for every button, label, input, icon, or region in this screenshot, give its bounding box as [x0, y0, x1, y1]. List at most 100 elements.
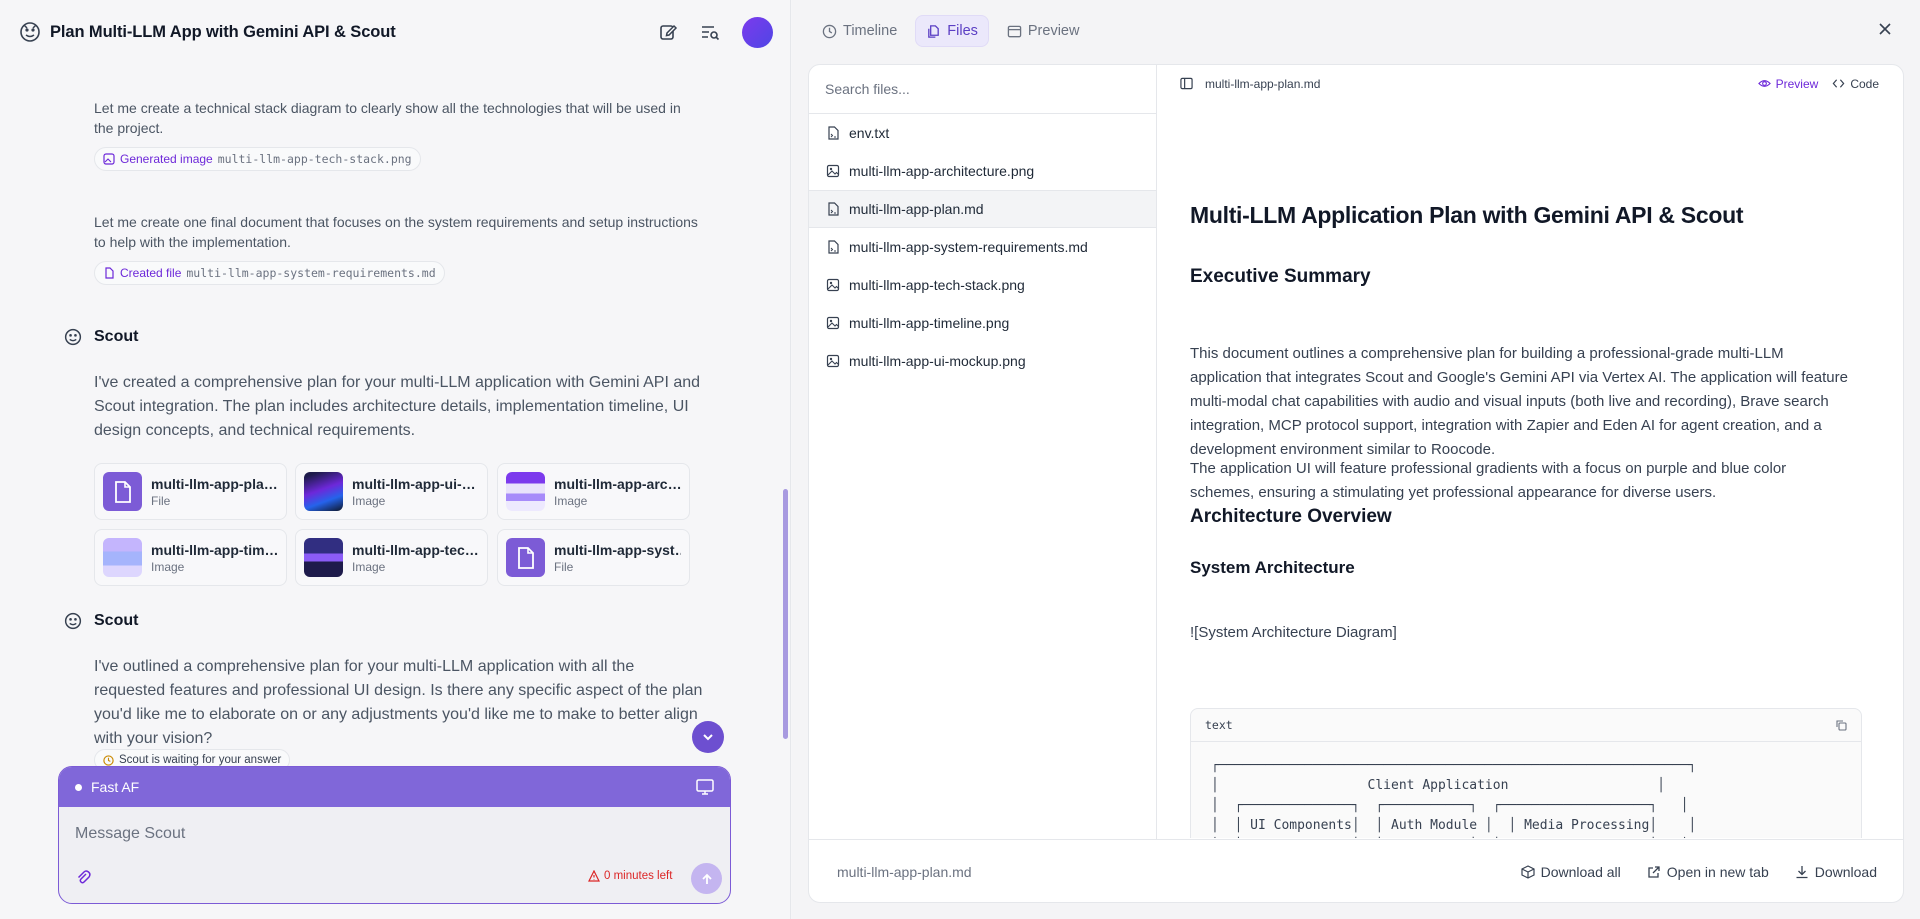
file-item[interactable]: env.txt [809, 114, 1156, 152]
clock-icon [103, 754, 114, 766]
list-search-icon[interactable] [700, 22, 720, 42]
monitor-icon[interactable] [696, 779, 714, 795]
mode-dot [75, 783, 82, 791]
attachment-type: Image [151, 559, 185, 574]
attachment-type: File [151, 493, 171, 508]
attachment-type: Image [554, 493, 588, 508]
image-icon [826, 278, 840, 292]
assistant-message: I've created a comprehensive plan for yo… [94, 374, 701, 439]
file-name: multi-llm-app-architecture.png [849, 163, 1035, 179]
chat-title: Plan Multi-LLM App with Gemini API & Sco… [50, 22, 396, 41]
speaker-row: Scout [64, 612, 138, 630]
tab-label: Timeline [843, 23, 898, 39]
clock-icon [822, 24, 837, 39]
image-icon [826, 354, 840, 368]
attachment-name: multi-llm-app-tech-stack.png [352, 541, 479, 558]
time-left-text: 0 minutes left [604, 870, 673, 882]
edit-icon[interactable] [658, 22, 678, 42]
file-item[interactable]: multi-llm-app-architecture.png [809, 152, 1156, 190]
file-search-input[interactable]: Search files... [809, 65, 1156, 114]
attachment-type: Image [352, 559, 386, 574]
file-icon [103, 267, 115, 279]
files-panel: Search files... env.txt multi-llm-app-arc… [808, 64, 1904, 903]
code-block: text ┌──────────────────────────────────… [1190, 708, 1862, 838]
image-thumbnail [304, 472, 343, 511]
file-item[interactable]: multi-llm-app-system-requirements.md [809, 228, 1156, 266]
speaker-row: Scout [64, 328, 138, 346]
tab-files[interactable]: Files [915, 15, 989, 47]
chip-label: Created file [120, 266, 182, 280]
download-button[interactable]: Download [1795, 864, 1877, 880]
files-icon [926, 24, 941, 39]
copy-icon[interactable] [1835, 719, 1847, 731]
generated-image-chip[interactable]: Generated image multi-llm-app-tech-stack… [94, 147, 421, 171]
tab-label: Preview [1027, 23, 1080, 39]
sidebar-toggle-icon[interactable] [1180, 77, 1193, 90]
download-all-label: Download all [1540, 864, 1621, 880]
download-icon [1795, 865, 1809, 879]
scrollbar-thumb[interactable] [783, 489, 788, 739]
attachment-card[interactable]: multi-llm-app-timeline.pngImage [94, 529, 287, 586]
attachment-card[interactable]: multi-llm-app-plan.mdFile [94, 463, 287, 520]
message-input[interactable]: Message Scout [75, 825, 185, 843]
markdown-document: Multi-LLM Application Plan with Gemini A… [1190, 102, 1862, 838]
paperclip-icon[interactable] [75, 869, 91, 885]
send-button[interactable] [691, 863, 722, 894]
tab-label: Files [947, 23, 978, 39]
mode-label: Fast AF [91, 779, 140, 795]
created-file-chip[interactable]: Created file multi-llm-app-system-requir… [94, 261, 445, 285]
scout-logo-icon [64, 328, 82, 346]
waiting-text: Scout is waiting for your answer [119, 754, 282, 766]
attachment-card[interactable]: multi-llm-app-tech-stack.pngImage [295, 529, 488, 586]
attachment-name: multi-llm-app-timeline.png [151, 541, 278, 558]
workspace-pane: Timeline Files Preview Search files... e… [792, 0, 1920, 919]
file-item[interactable]: multi-llm-app-tech-stack.png [809, 266, 1156, 304]
image-thumbnail [103, 538, 142, 577]
attachment-name: multi-llm-app-system-requirements.md [554, 541, 681, 558]
viewer-header: multi-llm-app-plan.md Preview Code [1158, 65, 1903, 102]
code-toggle[interactable]: Code [1832, 77, 1879, 91]
close-icon[interactable] [1878, 22, 1892, 36]
chat-header: Plan Multi-LLM App with Gemini API & Sco… [0, 0, 791, 64]
attachment-card[interactable]: multi-llm-app-system-requirements.mdFile [497, 529, 690, 586]
file-item[interactable]: multi-llm-app-timeline.png [809, 304, 1156, 342]
code-icon [1832, 77, 1845, 90]
file-icon [506, 538, 545, 577]
code-block-header: text [1191, 709, 1861, 742]
chip-filename: multi-llm-app-tech-stack.png [217, 152, 412, 166]
doc-paragraph: This document outlines a comprehensive p… [1190, 345, 1848, 458]
attachment-type: File [554, 559, 574, 574]
file-viewer: multi-llm-app-plan.md Preview Code Multi… [1158, 65, 1903, 839]
user-avatar[interactable] [742, 16, 773, 48]
chat-scrollbar[interactable] [782, 64, 789, 739]
step-text: Let me create one final document that fo… [94, 214, 698, 250]
image-icon [103, 153, 115, 165]
open-new-tab-label: Open in new tab [1666, 864, 1769, 880]
doc-image-markdown: ![System Architecture Diagram] [1190, 624, 1397, 641]
attachment-card[interactable]: multi-llm-app-architecture.pngImage [497, 463, 690, 520]
image-icon [826, 316, 840, 330]
file-item[interactable]: multi-llm-app-ui-mockup.png [809, 342, 1156, 380]
file-item[interactable]: multi-llm-app-plan.md [809, 190, 1156, 228]
doc-paragraph: The application UI will feature professi… [1190, 460, 1787, 501]
attachment-card[interactable]: multi-llm-app-ui-mockup.pngImage [295, 463, 488, 520]
chevron-down-icon [701, 730, 715, 744]
tab-timeline[interactable]: Timeline [812, 15, 907, 47]
open-new-tab-button[interactable]: Open in new tab [1647, 864, 1769, 880]
preview-toggle[interactable]: Preview [1757, 77, 1818, 91]
panel-footer: multi-llm-app-plan.md Download all Open … [809, 839, 1903, 902]
scout-logo-icon [64, 612, 82, 630]
file-name: multi-llm-app-system-requirements.md [849, 239, 1088, 255]
doc-icon [826, 126, 840, 140]
mode-bar[interactable]: Fast AF [59, 767, 730, 807]
doc-icon [826, 202, 840, 216]
step-text: Let me create a technical stack diagram … [94, 100, 681, 136]
file-name: multi-llm-app-ui-mockup.png [849, 353, 1026, 369]
external-link-icon [1647, 865, 1661, 879]
code-language: text [1205, 718, 1233, 732]
tab-preview[interactable]: Preview [997, 15, 1090, 47]
download-all-button[interactable]: Download all [1520, 864, 1621, 880]
image-thumbnail [304, 538, 343, 577]
scroll-to-bottom-button[interactable] [692, 721, 724, 753]
file-name: multi-llm-app-plan.md [849, 201, 984, 217]
